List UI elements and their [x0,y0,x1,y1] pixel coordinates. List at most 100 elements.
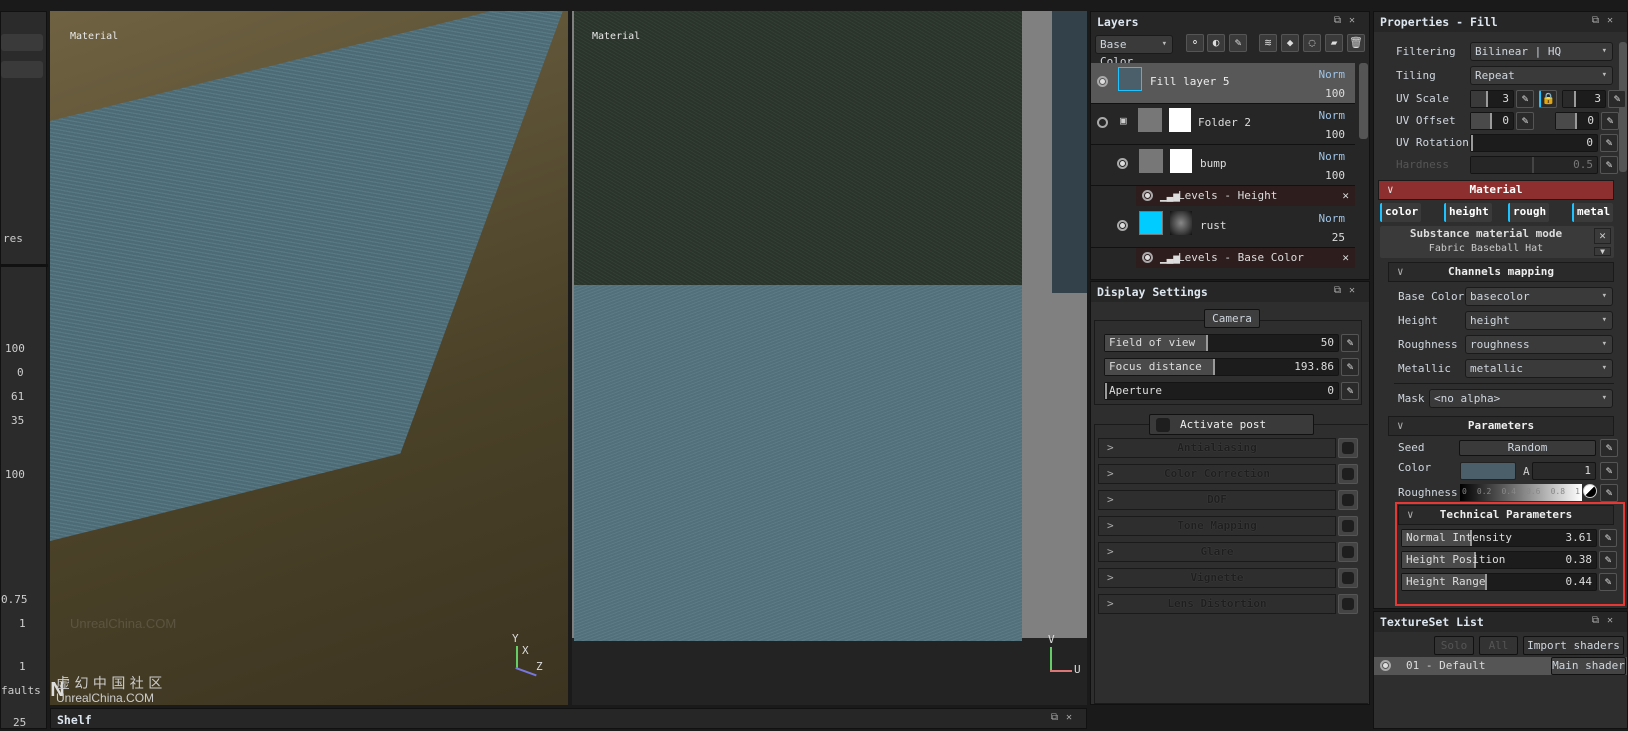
slider-value[interactable]: 3.61 [1566,531,1593,544]
pencil-icon[interactable]: ✎ [1600,134,1618,152]
slider-value[interactable]: 193.86 [1294,360,1334,373]
pencil-icon[interactable]: ✎ [1341,334,1359,352]
pencil-icon[interactable]: ✎ [1599,573,1617,591]
effect-dof[interactable]: > DOF [1098,490,1336,510]
material-section-header[interactable]: ∨ Material [1378,180,1614,200]
blend-mode[interactable]: Norm [1319,147,1346,166]
effect-lens-distortion[interactable]: > Lens Distortion [1098,594,1336,614]
pencil-icon[interactable]: ✎ [1608,90,1626,108]
slider-value[interactable]: 0 [1327,384,1334,397]
layer-folder-2[interactable]: ▣ Folder 2 Norm 100 [1091,104,1355,145]
close-icon[interactable]: ✕ [1594,228,1611,244]
blend-mode[interactable]: Norm [1319,106,1346,125]
channel-dropdown[interactable]: basecolor [1465,287,1613,306]
layers-scrollbar[interactable] [1359,63,1368,139]
add-particle-icon[interactable]: ⚬ [1186,34,1204,52]
all-button[interactable]: All [1479,636,1518,655]
solo-button[interactable]: Solo [1434,636,1474,655]
visibility-toggle[interactable] [1117,158,1128,169]
pencil-icon[interactable]: ✎ [1600,462,1618,480]
main-shader-button[interactable]: Main shader [1551,657,1626,675]
invert-icon[interactable] [1583,484,1597,498]
layer-opacity[interactable]: 25 [1332,228,1345,247]
parameters-header[interactable]: ∨ Parameters [1388,416,1614,436]
mask-dropdown[interactable]: <no alpha> [1429,389,1613,408]
layer-opacity[interactable]: 100 [1325,84,1345,103]
uv-rotation-slider[interactable]: 0 [1470,134,1598,152]
uv-scale-x-value[interactable]: 3 [1502,92,1509,105]
layer-fill-layer-5[interactable]: Fill layer 5 Norm 100 [1091,63,1355,104]
layer-rust[interactable]: rust Norm 25 [1091,207,1355,248]
pencil-icon[interactable]: ✎ [1599,551,1617,569]
random-seed-button[interactable]: Random [1459,440,1596,456]
remove-effect-icon[interactable]: ✕ [1342,186,1349,206]
viewport-3d[interactable]: Material UnrealChina.COM Y X Z UECN 虚 幻 … [50,11,568,705]
effect-checkbox[interactable] [1338,490,1358,510]
pencil-icon[interactable]: ✎ [1601,112,1619,130]
channels-mapping-header[interactable]: ∨ Channels mapping [1388,262,1614,282]
effect-checkbox[interactable] [1338,568,1358,588]
effect-vignette[interactable]: > Vignette [1098,568,1336,588]
effect-toggle[interactable] [1142,190,1153,201]
height-range-slider[interactable]: Height Range 0.44 ✎ [1401,573,1617,591]
add-folder-icon[interactable]: ▰ [1325,34,1343,52]
visibility-toggle[interactable] [1097,76,1108,87]
channel-dropdown[interactable]: metallic [1465,359,1613,378]
aperture-slider[interactable]: Aperture 0 ✎ [1104,382,1359,400]
focus-distance-slider[interactable]: Focus distance 193.86 ✎ [1104,358,1359,376]
effect-checkbox[interactable] [1338,542,1358,562]
effect-checkbox[interactable] [1338,438,1358,458]
pencil-icon[interactable]: ✎ [1516,112,1534,130]
pencil-icon[interactable]: ✎ [1600,156,1618,174]
dropdown-icon[interactable]: ▼ [1594,247,1611,256]
roughness-gradient[interactable]: 0 0.2 0.4 0.6 0.8 1 [1460,484,1582,501]
channel-dropdown[interactable]: roughness [1465,335,1613,354]
effect-levels-height[interactable]: ▁▃▅ Levels - Height ✕ [1136,186,1355,206]
alpha-value[interactable]: 1 [1584,464,1591,477]
panel-controls[interactable]: ⧉✕ [1334,285,1363,296]
effect-toggle[interactable] [1142,252,1153,263]
uv-offset-y-value[interactable]: 0 [1587,114,1594,127]
effect-checkbox[interactable] [1338,464,1358,484]
panel-controls[interactable]: ⧉✕ [1592,15,1621,26]
delete-icon[interactable]: 🗑 [1347,34,1365,52]
uv-scale-x-input[interactable]: 3 [1470,90,1514,108]
effect-glare[interactable]: > Glare [1098,542,1336,562]
technical-parameters-header[interactable]: ∨ Technical Parameters [1398,505,1614,525]
visibility-toggle[interactable] [1097,117,1108,128]
uv-offset-x-input[interactable]: 0 [1470,112,1514,130]
panel-controls[interactable]: ⧉✕ [1051,712,1080,723]
pencil-icon[interactable]: ✎ [1341,382,1359,400]
uv-rotation-value[interactable]: 0 [1586,136,1593,149]
uv-offset-x-value[interactable]: 0 [1502,114,1509,127]
pencil-icon[interactable]: ✎ [1600,484,1618,502]
add-mask-icon[interactable]: ◐ [1207,34,1225,52]
tab-rough[interactable]: rough [1508,203,1550,222]
add-fill-icon[interactable]: ◆ [1281,34,1299,52]
textureset-item[interactable]: 01 - Default Main shader [1374,657,1627,675]
effect-checkbox[interactable] [1338,594,1358,614]
tab-metal[interactable]: metal [1572,203,1614,222]
panel-controls[interactable]: ⧉✕ [1592,615,1621,626]
uv-scale-y-value[interactable]: 3 [1594,92,1601,105]
slider-value[interactable]: 50 [1321,336,1334,349]
layer-bump[interactable]: bump Norm 100 [1091,145,1355,186]
viewport-2d[interactable]: Material V U [572,11,1087,705]
pencil-icon[interactable]: ✎ [1341,358,1359,376]
height-position-slider[interactable]: Height Position 0.38 ✎ [1401,551,1617,569]
pencil-icon[interactable]: ✎ [1600,439,1618,457]
effect-color-correction[interactable]: > Color Correction [1098,464,1336,484]
field-of-view-slider[interactable]: Field of view 50 ✎ [1104,334,1359,352]
pencil-icon[interactable]: ✎ [1516,90,1534,108]
textureset-visibility[interactable] [1380,660,1391,671]
uv-scale-y-input[interactable]: 3 [1562,90,1606,108]
tab-color[interactable]: color [1380,203,1422,222]
slider-value[interactable]: 0.44 [1566,575,1593,588]
panel-controls[interactable]: ⧉✕ [1334,15,1363,26]
layer-opacity[interactable]: 100 [1325,166,1345,185]
channel-dropdown[interactable]: Base Color [1095,35,1173,68]
alpha-input[interactable]: 1 [1532,462,1596,480]
effect-levels-base-color[interactable]: ▁▃▅ Levels - Base Color ✕ [1136,248,1355,268]
remove-effect-icon[interactable]: ✕ [1342,248,1349,268]
tiling-dropdown[interactable]: Repeat [1470,66,1613,85]
